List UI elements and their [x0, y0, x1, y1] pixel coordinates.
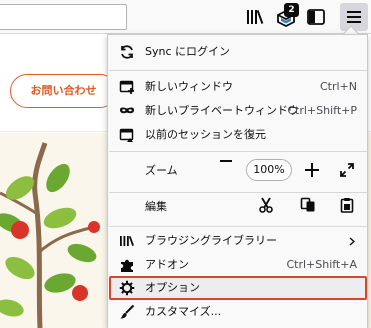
library-label: ブラウジングライブラリー — [145, 234, 277, 247]
restore-session-label: 以前のセッションを復元 — [145, 128, 266, 141]
library-icon[interactable] — [244, 5, 268, 29]
menu-separator — [109, 226, 367, 227]
contact-button[interactable]: お問い合わせ — [10, 74, 117, 108]
new-window-shortcut: Ctrl+N — [319, 80, 357, 93]
customize-label: カスタマイズ... — [145, 305, 222, 318]
hamburger-menu-icon — [347, 11, 361, 23]
private-mask-icon — [120, 107, 134, 114]
new-window-item[interactable]: 新しいウィンドウ Ctrl+N — [109, 75, 367, 99]
options-label: オプション — [145, 281, 200, 294]
sync-signin-item[interactable]: Sync にログイン — [109, 40, 367, 64]
edit-label: 編集 — [145, 200, 167, 213]
menu-separator — [109, 151, 367, 152]
chevron-right-icon — [349, 237, 355, 246]
addons-label: アドオン — [145, 258, 189, 271]
address-bar[interactable] — [0, 4, 127, 30]
new-window-icon — [119, 80, 134, 94]
edit-row: 編集 — [109, 195, 367, 219]
menu-separator — [109, 70, 367, 71]
sidebar-icon[interactable] — [304, 5, 328, 29]
paste-icon[interactable] — [339, 197, 355, 213]
addons-shortcut: Ctrl+Shift+A — [286, 258, 357, 271]
sync-icon — [121, 45, 133, 59]
restore-session-icon — [119, 128, 134, 142]
new-window-label: 新しいウィンドウ — [145, 80, 233, 93]
pocket-badge: 2 — [284, 3, 299, 17]
cut-icon[interactable] — [258, 197, 274, 213]
zoom-out-button[interactable] — [220, 160, 232, 162]
zoom-in-button[interactable] — [305, 163, 319, 177]
plant-illustration — [0, 142, 100, 328]
menu-separator — [109, 192, 367, 193]
private-window-item[interactable]: 新しいプライベートウィンドウ Ctrl+Shift+P — [109, 99, 367, 123]
options-item[interactable]: オプション — [109, 276, 367, 300]
library-icon — [120, 235, 134, 247]
zoom-row: ズーム — [109, 159, 367, 183]
zoom-reset-button[interactable]: 100% — [246, 159, 292, 181]
zoom-label: ズーム — [145, 164, 178, 177]
private-window-label: 新しいプライベートウィンドウ — [145, 104, 299, 117]
browser-toolbar: 2 — [0, 0, 371, 34]
library-item[interactable]: ブラウジングライブラリー — [109, 229, 367, 253]
fullscreen-icon[interactable] — [339, 162, 355, 178]
paintbrush-icon — [120, 304, 135, 319]
app-menu-panel: Sync にログイン 新しいウィンドウ Ctrl+N 新しいプライベートウィンド… — [107, 34, 368, 328]
puzzle-icon — [121, 259, 133, 272]
restore-session-item[interactable]: 以前のセッションを復元 — [109, 123, 367, 147]
addons-item[interactable]: アドオン Ctrl+Shift+A — [109, 253, 367, 277]
sync-label: Sync にログイン — [145, 45, 231, 58]
copy-icon[interactable] — [300, 197, 316, 213]
customize-item[interactable]: カスタマイズ... — [109, 300, 367, 324]
gear-icon — [119, 280, 135, 296]
app-menu-button[interactable] — [340, 3, 368, 31]
private-window-shortcut: Ctrl+Shift+P — [287, 104, 357, 117]
